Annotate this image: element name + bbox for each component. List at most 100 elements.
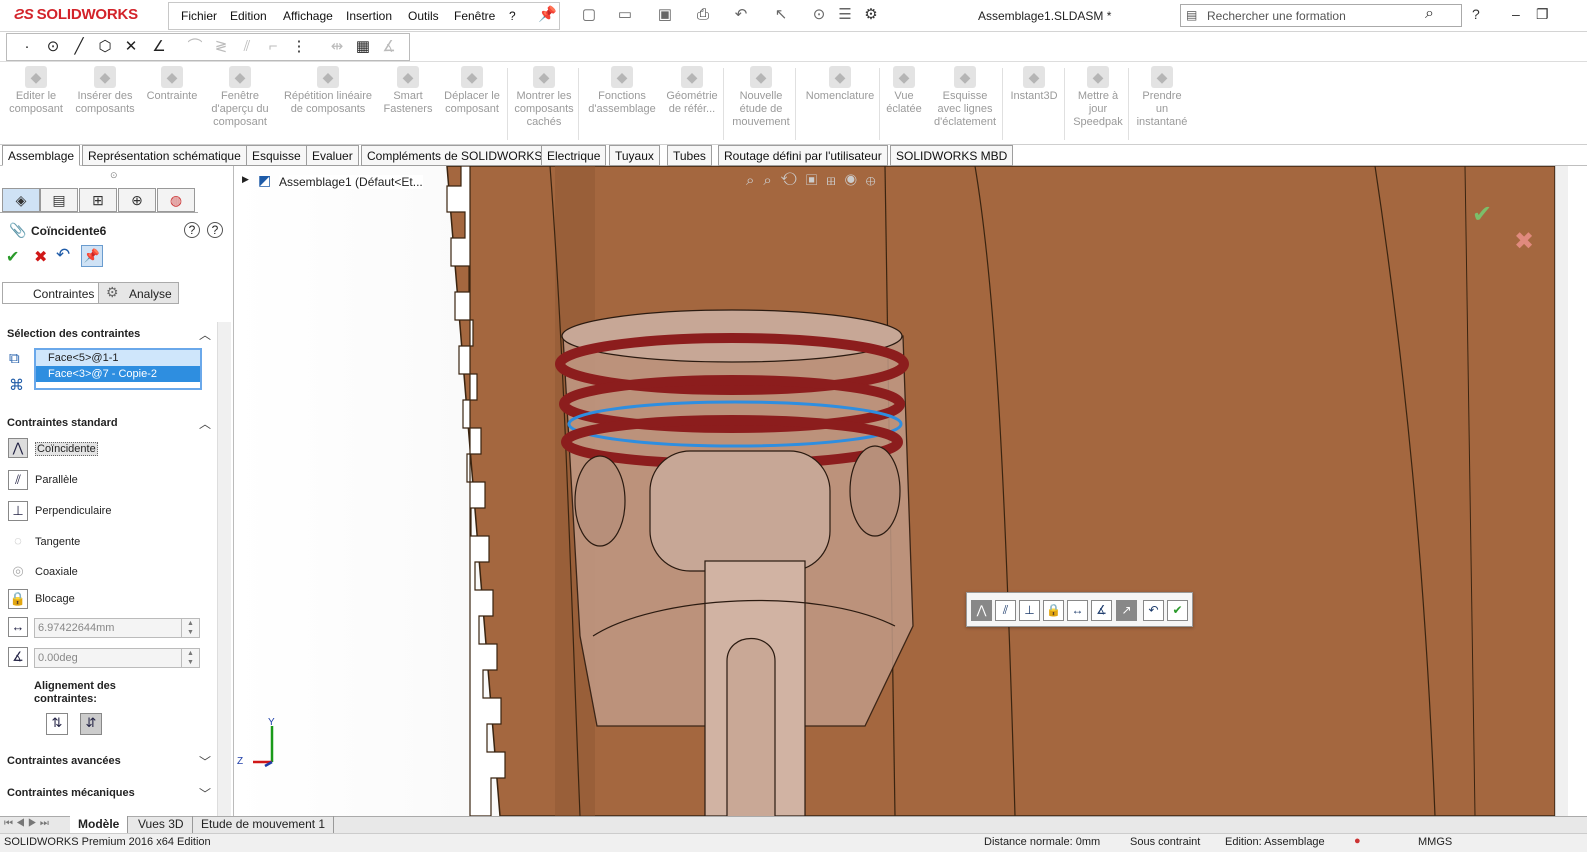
dimxpert-tab-icon[interactable]: ⊕ xyxy=(118,188,156,212)
perpendicular-icon[interactable]: ⊥ xyxy=(8,501,28,521)
mate-parallele[interactable]: Parallèle xyxy=(35,474,78,486)
circle-icon[interactable]: ⊙ xyxy=(44,38,62,56)
menu-affichage[interactable]: Affichage xyxy=(283,9,333,23)
save-icon[interactable]: ▣ xyxy=(656,6,674,24)
tab-representation[interactable]: Représentation schématique xyxy=(82,145,247,166)
distance-spinner-icon[interactable]: ▲ ▼ xyxy=(181,619,199,637)
heads-up-view-toolbar[interactable]: ⌕⌕⟲▣⊞◉⊕ xyxy=(746,172,884,189)
tab-etude-mouvement[interactable]: Etude de mouvement 1 xyxy=(193,816,335,833)
help-circle-icon[interactable]: ? xyxy=(207,222,223,238)
undo-quick-icon[interactable]: ↶ xyxy=(1143,600,1164,621)
trim-icon[interactable]: ✕ xyxy=(122,38,140,56)
angle-quick-icon[interactable]: ∡ xyxy=(1091,600,1112,621)
cancel-x-icon[interactable]: ✖ xyxy=(34,247,47,267)
status-units[interactable]: MMGS xyxy=(1418,836,1452,848)
collapse-standard-chevron-icon[interactable]: ︿ xyxy=(199,415,211,432)
menu-insertion[interactable]: Insertion xyxy=(346,9,392,23)
collapse-selection-chevron-icon[interactable]: ︿ xyxy=(199,326,211,343)
tangent-icon[interactable]: ◌ xyxy=(8,532,28,552)
selection-item[interactable]: Face<5>@1-1 xyxy=(36,350,200,366)
ok-check-icon[interactable]: ✔ xyxy=(6,247,19,267)
rebuild-status-icon[interactable]: ● xyxy=(1354,835,1361,847)
command-preview-window-button[interactable]: ◆ Fenêtre d'aperçu du composant xyxy=(206,66,274,129)
coincident-icon[interactable]: ⋀ xyxy=(8,438,28,458)
angle-spinner-icon[interactable]: ▲ ▼ xyxy=(181,649,199,667)
panel-scrollbar[interactable] xyxy=(217,322,231,816)
lock-icon[interactable]: 🔒 xyxy=(8,589,28,609)
tab-modele[interactable]: Modèle xyxy=(70,816,129,833)
command-reference-geometry-button[interactable]: ◆ Géométrie de référ... xyxy=(662,66,722,116)
arc-icon[interactable]: ⌒ xyxy=(186,38,204,56)
tab-evaluer[interactable]: Evaluer xyxy=(306,145,359,166)
selection-item[interactable]: Face<3>@7 - Copie-2 xyxy=(36,366,200,382)
command-linear-pattern-button[interactable]: ◆ Répétition linéaire de composants xyxy=(278,66,378,116)
command-bom-button[interactable]: ◆ Nomenclature xyxy=(800,66,880,103)
expand-advanced-chevron-icon[interactable]: ﹀ xyxy=(199,753,211,770)
distance-icon[interactable]: ↔ xyxy=(8,617,28,637)
distance-field[interactable]: 6.97422644mm ▲ ▼ xyxy=(34,618,200,638)
minimize-icon[interactable]: – xyxy=(1512,6,1520,22)
tab-esquisse[interactable]: Esquisse xyxy=(246,145,307,166)
command-speedpak-button[interactable]: ◆ Mettre à jour Speedpak xyxy=(1068,66,1128,129)
configuration-manager-tab-icon[interactable]: ⊞ xyxy=(79,188,117,212)
point-icon[interactable]: · xyxy=(18,38,36,56)
concentric-icon[interactable]: ◎ xyxy=(8,562,28,582)
restore-icon[interactable]: ❐ xyxy=(1536,6,1549,23)
parallel-quick-icon[interactable]: ⫽ xyxy=(995,600,1016,621)
options-gear-icon[interactable]: ⚙ xyxy=(862,6,880,24)
command-show-hidden-button[interactable]: ◆ Montrer les composants cachés xyxy=(508,66,580,129)
angle-line-icon[interactable]: ∠ xyxy=(150,38,168,56)
line-icon[interactable]: ╱ xyxy=(70,38,88,56)
advanced-mates-header[interactable]: Contraintes avancées xyxy=(7,755,121,767)
tree-root-label[interactable]: Assemblage1 (Défaut<Et... xyxy=(279,175,423,189)
menu-fichier[interactable]: Fichier xyxy=(181,9,217,23)
feature-manager-tab-icon[interactable]: ◈ xyxy=(2,188,40,212)
mate-tangente[interactable]: Tangente xyxy=(35,536,80,548)
mate-coaxiale[interactable]: Coaxiale xyxy=(35,566,78,578)
pin-icon[interactable]: 📌 xyxy=(538,6,557,24)
multiple-mate-icon[interactable]: ⌘ xyxy=(9,376,24,394)
file-properties-icon[interactable]: ☰ xyxy=(836,6,854,24)
command-snapshot-button[interactable]: ◆ Prendre un instantané xyxy=(1136,66,1188,129)
distance-quick-icon[interactable]: ↔ xyxy=(1067,600,1088,621)
confirm-ok-icon[interactable]: ✔ xyxy=(1472,200,1492,229)
command-fastener-button[interactable]: ◆ Smart Fasteners xyxy=(382,66,434,116)
open-icon[interactable]: ▭ xyxy=(616,6,634,24)
expand-mechanical-chevron-icon[interactable]: ﹀ xyxy=(199,785,211,802)
undo-mate-icon[interactable]: ↶ xyxy=(56,245,70,265)
select-icon[interactable]: ↖ xyxy=(772,6,790,24)
help-icon[interactable]: ? xyxy=(1472,6,1480,22)
angle-icon[interactable]: ∡ xyxy=(8,647,28,667)
tab-tuyaux[interactable]: Tuyaux xyxy=(609,145,660,166)
display-manager-tab-icon[interactable]: ◍ xyxy=(157,188,195,212)
aligned-icon[interactable]: ⇅ xyxy=(46,713,68,735)
tab-tubes[interactable]: Tubes xyxy=(667,145,712,166)
subtab-contraintes[interactable]: Contraintes xyxy=(2,282,102,304)
construction-icon[interactable]: ⫽ xyxy=(238,38,256,56)
solidworks-logo[interactable]: ƧS SOLIDWORKS xyxy=(14,6,138,23)
mate-blocage[interactable]: Blocage xyxy=(35,593,75,605)
keep-visible-pin-icon[interactable]: 📌 xyxy=(81,245,103,267)
panel-grip-icon[interactable]: ⊙ xyxy=(110,170,118,181)
offset-icon[interactable]: ≷ xyxy=(212,38,230,56)
tab-routage[interactable]: Routage défini par l'utilisateur xyxy=(718,145,888,166)
angle-field[interactable]: 0.00deg ▲ ▼ xyxy=(34,648,200,668)
coincident-quick-icon[interactable]: ⋀ xyxy=(971,600,992,621)
tab-scroll-arrows[interactable]: ⏮◀▶⏭ xyxy=(4,818,52,829)
polygon-icon[interactable]: ⬡ xyxy=(96,38,114,56)
menu-help[interactable]: ? xyxy=(509,9,516,23)
command-mate-button[interactable]: ◆ Contrainte xyxy=(142,66,202,103)
mirror-icon[interactable]: ⇹ xyxy=(328,38,346,56)
graphics-area[interactable]: Y Z xyxy=(235,166,1555,816)
tab-electrique[interactable]: Electrique xyxy=(541,145,607,166)
mechanical-mates-header[interactable]: Contraintes mécaniques xyxy=(7,787,135,799)
menu-edition[interactable]: Edition xyxy=(230,9,267,23)
confirm-cancel-icon[interactable]: ✖ xyxy=(1514,227,1534,256)
tab-complements[interactable]: Compléments de SOLIDWORKS xyxy=(361,145,549,166)
rebuild-icon[interactable]: ⊙ xyxy=(810,6,828,24)
mate-perpendiculaire[interactable]: Perpendiculaire xyxy=(35,505,111,517)
task-pane-bar[interactable] xyxy=(1555,166,1568,816)
search-input[interactable]: Rechercher une formation xyxy=(1207,9,1346,23)
property-manager-tab-icon[interactable]: ▤ xyxy=(40,188,78,212)
search-icon[interactable]: ⌕ xyxy=(1425,5,1434,23)
